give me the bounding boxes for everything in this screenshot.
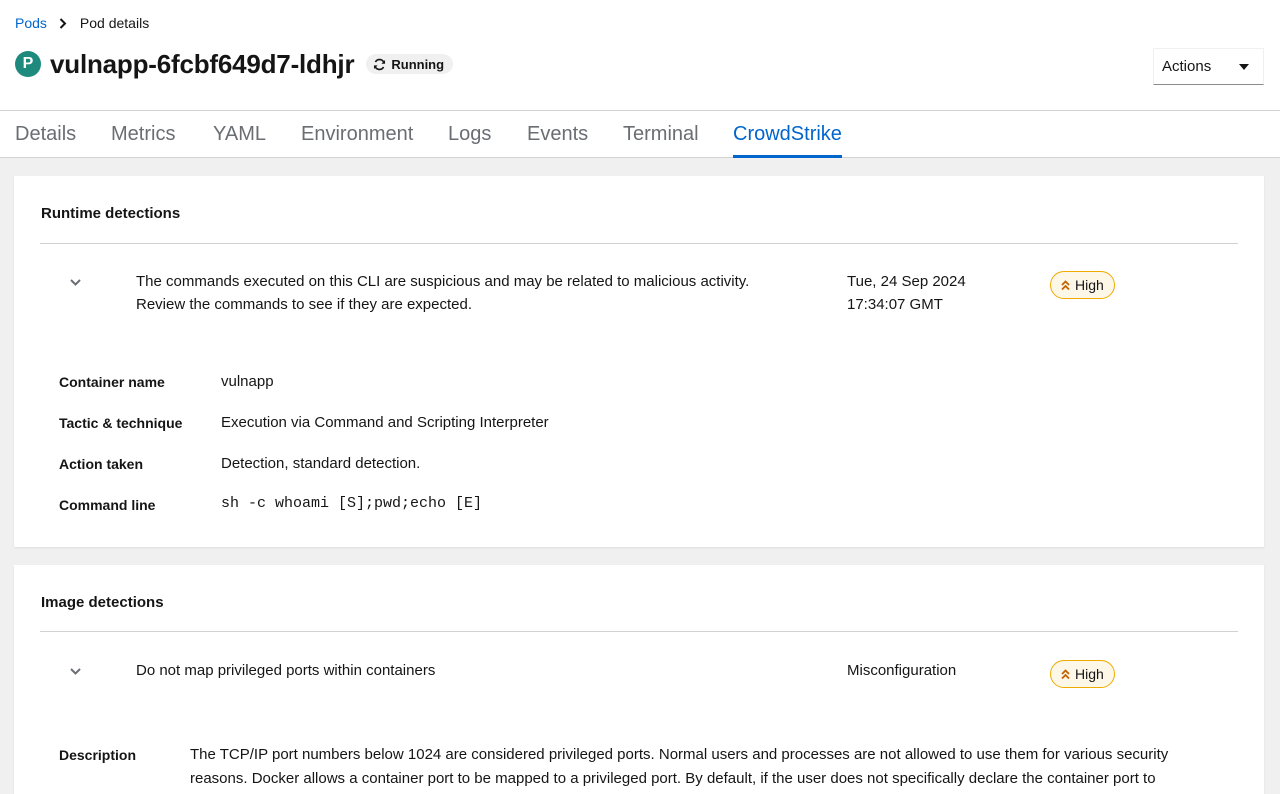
tactic-technique-value: Execution via Command and Scripting Inte…	[221, 414, 549, 431]
detection-timestamp: Tue, 24 Sep 2024 17:34:07 GMT	[847, 273, 966, 313]
action-taken-label: Action taken	[59, 456, 144, 472]
page-title-row: P vulnapp-6fcbf649d7-ldhjr Running	[15, 47, 454, 81]
actions-label: Actions	[1162, 58, 1212, 75]
tab-crowdstrike[interactable]: CrowdStrike	[733, 111, 842, 158]
runtime-detections-card: Runtime detections The commands executed…	[14, 176, 1264, 547]
tab-terminal[interactable]: Terminal	[623, 111, 699, 157]
page-header: Pods Pod details P vulnapp-6fcbf649d7-ld…	[0, 0, 1280, 158]
detection-description: The commands executed on this CLI are su…	[136, 273, 750, 313]
container-name-label: Container name	[59, 374, 165, 390]
tab-logs[interactable]: Logs	[448, 111, 491, 157]
detection-title: Do not map privileged ports within conta…	[136, 662, 436, 679]
description-label: Description	[59, 747, 137, 763]
tab-environment[interactable]: Environment	[301, 111, 413, 157]
angle-double-up-icon	[1061, 668, 1070, 679]
breadcrumb: Pods Pod details	[15, 15, 149, 31]
command-line-value: sh -c whoami [S];pwd;echo [E]	[221, 495, 483, 512]
sync-icon	[374, 58, 386, 70]
breadcrumb-pods-link[interactable]: Pods	[15, 15, 47, 31]
card-divider	[40, 243, 1238, 244]
tab-yaml[interactable]: YAML	[213, 111, 266, 157]
tab-metrics[interactable]: Metrics	[111, 111, 175, 157]
image-detections-title: Image detections	[41, 594, 164, 611]
severity-label: High	[1050, 660, 1115, 688]
container-name-value: vulnapp	[221, 373, 274, 390]
action-taken-value: Detection, standard detection.	[221, 455, 421, 472]
runtime-detections-title: Runtime detections	[41, 205, 181, 222]
chevron-right-icon	[59, 16, 69, 30]
caret-down-icon	[1239, 63, 1249, 70]
chevron-down-icon	[69, 667, 81, 675]
actions-dropdown[interactable]: Actions	[1153, 48, 1264, 85]
tab-details[interactable]: Details	[15, 111, 76, 157]
severity-label: High	[1050, 271, 1115, 299]
detection-type: Misconfiguration	[847, 662, 957, 679]
description-value: The TCP/IP port numbers below 1024 are c…	[190, 746, 1169, 787]
angle-double-up-icon	[1061, 279, 1070, 290]
expand-toggle-button[interactable]	[65, 661, 85, 681]
tab-bar: Details Metrics YAML Environment Logs Ev…	[0, 111, 1280, 158]
tactic-technique-label: Tactic & technique	[59, 415, 183, 431]
expand-toggle-button[interactable]	[65, 272, 85, 292]
breadcrumb-current: Pod details	[79, 15, 150, 31]
command-line-label: Command line	[59, 497, 156, 513]
pod-resource-badge: P	[15, 51, 41, 77]
status-label: Running	[391, 56, 445, 72]
tab-events[interactable]: Events	[527, 111, 588, 157]
status-badge: Running	[366, 54, 454, 74]
chevron-down-icon	[69, 278, 81, 286]
page-title: vulnapp-6fcbf649d7-ldhjr	[50, 48, 355, 79]
card-divider	[40, 631, 1238, 632]
image-detections-card: Image detections Do not map privileged p…	[14, 565, 1264, 794]
